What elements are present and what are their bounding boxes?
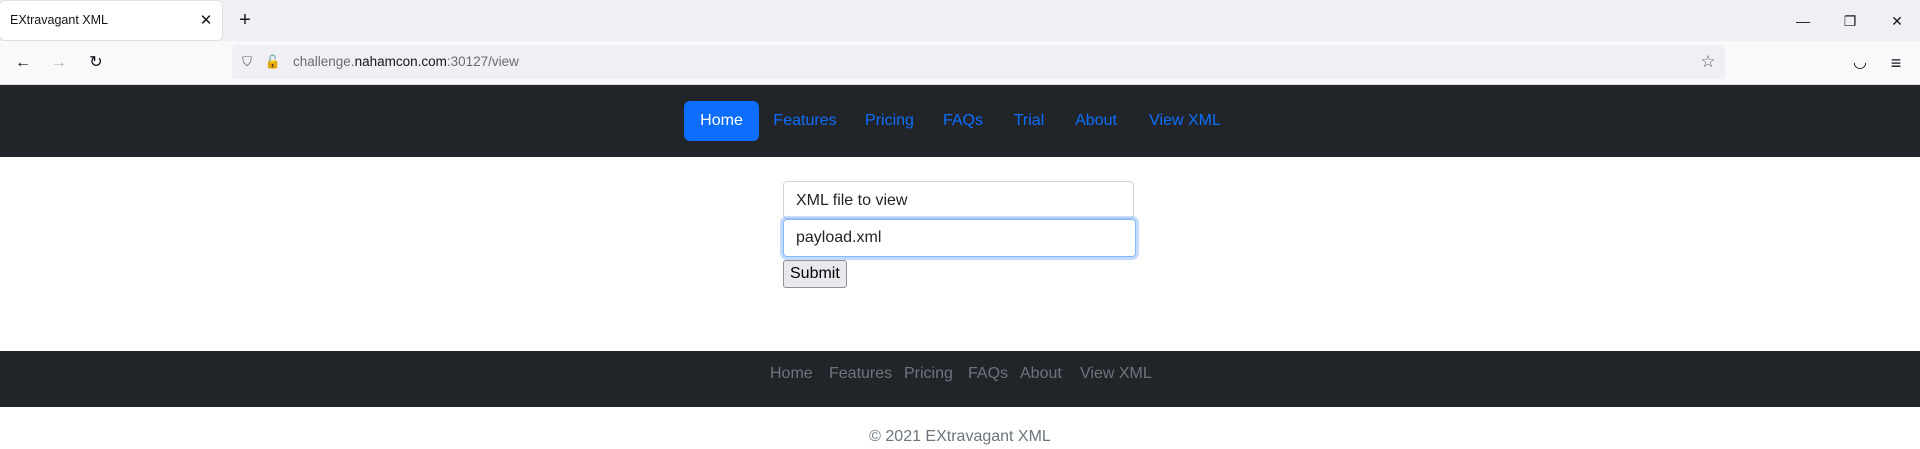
- browser-toolbar: ← → ↻ ⛉ 🔓 challenge.nahamcon.com:30127/v…: [0, 41, 1920, 85]
- url-prefix: challenge.: [293, 54, 355, 69]
- nav-trial[interactable]: Trial: [1012, 101, 1046, 141]
- footer-link-home[interactable]: Home: [770, 362, 813, 386]
- url-host: nahamcon.com: [354, 54, 447, 69]
- new-tab-icon[interactable]: +: [234, 9, 256, 31]
- site-navbar: Home Features Pricing FAQs Trial About V…: [0, 85, 1920, 157]
- window-close-icon[interactable]: ✕: [1874, 6, 1920, 36]
- forward-icon[interactable]: →: [47, 51, 71, 75]
- url-suffix: :30127/view: [446, 54, 519, 69]
- url-text[interactable]: challenge.nahamcon.com:30127/view: [293, 54, 519, 69]
- nav-features[interactable]: Features: [771, 101, 839, 141]
- restore-icon[interactable]: ❐: [1827, 6, 1873, 36]
- tab-close-icon[interactable]: ✕: [196, 11, 216, 31]
- footer-link-pricing[interactable]: Pricing: [904, 362, 953, 386]
- nav-pricing[interactable]: Pricing: [862, 101, 917, 141]
- insecure-lock-icon[interactable]: 🔓: [264, 53, 282, 71]
- back-icon[interactable]: ←: [11, 51, 35, 75]
- nav-about[interactable]: About: [1072, 101, 1120, 141]
- footer-link-view-xml[interactable]: View XML: [1080, 362, 1152, 386]
- footer-link-about[interactable]: About: [1020, 362, 1062, 386]
- file-label: XML file to view: [796, 192, 908, 209]
- footer-link-faqs[interactable]: FAQs: [968, 362, 1008, 386]
- reload-icon[interactable]: ↻: [84, 51, 108, 75]
- copyright-text: © 2021 EXtravagant XML: [869, 428, 1051, 445]
- footer-nav: Home Features Pricing FAQs About View XM…: [0, 351, 1920, 407]
- file-label-box: XML file to view: [783, 181, 1134, 219]
- nav-home[interactable]: Home: [684, 101, 759, 141]
- pocket-icon[interactable]: ◡: [1848, 51, 1872, 75]
- menu-icon[interactable]: ≡: [1884, 51, 1908, 75]
- submit-button[interactable]: Submit: [783, 260, 847, 288]
- tab-title: EXtravagant XML: [10, 13, 108, 27]
- filename-input[interactable]: [783, 219, 1136, 257]
- shield-icon[interactable]: ⛉: [238, 53, 256, 71]
- nav-faqs[interactable]: FAQs: [942, 101, 984, 141]
- minimize-icon[interactable]: —: [1780, 6, 1826, 36]
- browser-tabstrip: EXtravagant XML ✕ + — ❐ ✕: [0, 0, 1920, 41]
- footer-link-features[interactable]: Features: [829, 362, 892, 386]
- nav-view-xml[interactable]: View XML: [1146, 101, 1224, 141]
- browser-tab[interactable]: EXtravagant XML ✕: [0, 1, 222, 40]
- bookmark-star-icon[interactable]: ☆: [1699, 53, 1717, 71]
- url-bar[interactable]: ⛉ 🔓 challenge.nahamcon.com:30127/view ☆: [232, 45, 1725, 79]
